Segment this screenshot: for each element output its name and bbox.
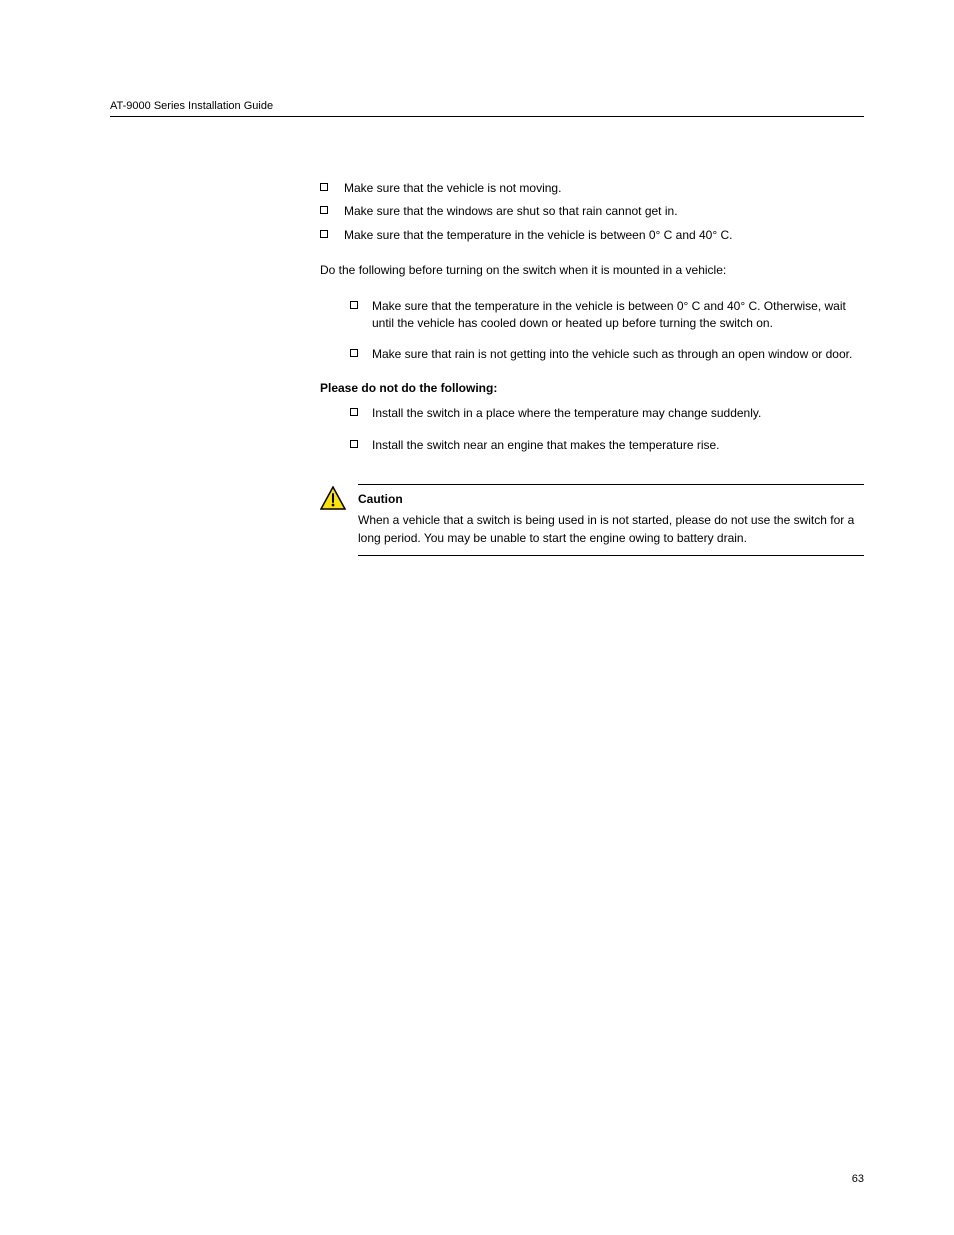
- list-item: Make sure that the windows are shut so t…: [320, 203, 864, 220]
- caution-box: Caution When a vehicle that a switch is …: [320, 484, 864, 556]
- page-content: Make sure that the vehicle is not moving…: [320, 180, 864, 556]
- bullet-icon: [350, 346, 372, 357]
- bullet-icon: [350, 298, 372, 309]
- caution-body: Caution When a vehicle that a switch is …: [358, 484, 864, 556]
- warning-icon: [320, 486, 346, 510]
- list-item-text: Install the switch near an engine that m…: [372, 437, 720, 454]
- list-item: Make sure that the temperature in the ve…: [320, 227, 864, 244]
- bullet-list-top: Make sure that the vehicle is not moving…: [320, 180, 864, 244]
- caution-title: Caution: [358, 491, 864, 508]
- page-header: AT-9000 Series Installation Guide: [110, 100, 864, 117]
- list-item: Make sure that the vehicle is not moving…: [320, 180, 864, 197]
- list-item-text: Make sure that the windows are shut so t…: [344, 203, 678, 220]
- bullet-icon: [320, 203, 344, 214]
- list-item: Make sure that the temperature in the ve…: [350, 298, 864, 333]
- list-item-text: Make sure that the vehicle is not moving…: [344, 180, 561, 197]
- bullet-list-third: Install the switch in a place where the …: [320, 405, 864, 454]
- page-number: 63: [852, 1173, 864, 1185]
- list-item-text: Make sure that rain is not getting into …: [372, 346, 852, 363]
- list-item: Install the switch near an engine that m…: [350, 437, 864, 454]
- bullet-icon: [320, 227, 344, 238]
- list-item-text: Make sure that the temperature in the ve…: [344, 227, 732, 244]
- intro-paragraph: Do the following before turning on the s…: [320, 262, 864, 279]
- list-item: Make sure that rain is not getting into …: [350, 346, 864, 363]
- caution-bottom-rule: [358, 555, 864, 556]
- list-item-text: Install the switch in a place where the …: [372, 405, 761, 422]
- bullet-icon: [350, 405, 372, 416]
- header-rule: [110, 116, 864, 117]
- list-item: Install the switch in a place where the …: [350, 405, 864, 422]
- caution-text: When a vehicle that a switch is being us…: [358, 512, 864, 547]
- bullet-icon: [350, 437, 372, 448]
- caution-icon-col: [320, 484, 358, 510]
- page: AT-9000 Series Installation Guide Make s…: [0, 0, 954, 1235]
- bullet-icon: [320, 180, 344, 191]
- list-item-text: Make sure that the temperature in the ve…: [372, 298, 864, 333]
- bullet-list-second: Make sure that the temperature in the ve…: [320, 298, 864, 364]
- document-title: AT-9000 Series Installation Guide: [110, 100, 864, 112]
- dont-heading: Please do not do the following:: [320, 380, 864, 397]
- caution-top-rule: [358, 484, 864, 485]
